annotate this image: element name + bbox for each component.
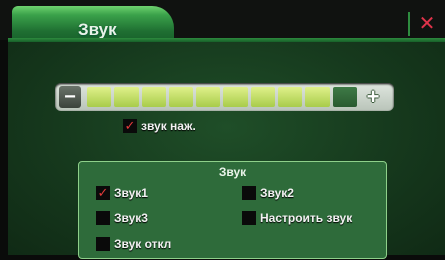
volume-segment[interactable] xyxy=(305,87,330,107)
volume-segment[interactable] xyxy=(141,87,166,107)
key-sound-checkbox[interactable]: ✓ xyxy=(123,119,137,133)
volume-slider[interactable]: − + xyxy=(55,83,394,111)
close-icon: ✕ xyxy=(418,12,436,35)
volume-track[interactable] xyxy=(87,87,357,107)
sound-group-title: Звук xyxy=(218,165,247,179)
custom-sound-label: Настроить звук xyxy=(260,211,353,225)
volume-segment[interactable] xyxy=(332,87,357,107)
volume-segment[interactable] xyxy=(87,87,112,107)
sound1-label: Звук1 xyxy=(114,186,148,200)
tab-sound[interactable]: Звук xyxy=(12,6,174,42)
sound-off-label: Звук откл xyxy=(114,237,172,251)
plus-icon: + xyxy=(366,84,380,109)
key-sound-label: звук наж. xyxy=(141,119,196,133)
checkmark-icon: ✓ xyxy=(97,185,109,200)
option-sound-off[interactable]: Звук откл xyxy=(96,237,171,251)
option-sound2[interactable]: Звук2 xyxy=(242,186,294,200)
screen: Звук ✕ − + ✓ звук наж. Звук ✓ Звук1 Звук… xyxy=(0,0,445,260)
volume-segment[interactable] xyxy=(250,87,276,107)
sound3-checkbox[interactable] xyxy=(96,211,110,225)
sound3-label: Звук3 xyxy=(114,211,148,225)
tab-title: Звук xyxy=(78,20,117,39)
close-button[interactable]: ✕ xyxy=(412,8,442,38)
volume-segment[interactable] xyxy=(196,87,221,107)
option-custom-sound[interactable]: Настроить звук xyxy=(242,211,352,225)
option-sound1[interactable]: ✓ Звук1 xyxy=(96,186,148,200)
option-sound3[interactable]: Звук3 xyxy=(96,211,148,225)
custom-sound-checkbox[interactable] xyxy=(242,211,256,225)
sound1-checkbox[interactable]: ✓ xyxy=(96,186,110,200)
vertical-divider xyxy=(408,12,410,36)
volume-segment[interactable] xyxy=(114,87,139,107)
volume-segment[interactable] xyxy=(168,87,194,107)
sound-off-checkbox[interactable] xyxy=(96,237,110,251)
volume-decrease-button[interactable]: − xyxy=(59,86,81,108)
key-sound-checkbox-row[interactable]: ✓ звук наж. xyxy=(123,119,196,133)
minus-icon: − xyxy=(64,86,76,108)
volume-increase-button[interactable]: + xyxy=(361,84,385,110)
volume-segment[interactable] xyxy=(278,87,303,107)
sound2-label: Звук2 xyxy=(260,186,294,200)
checkmark-icon: ✓ xyxy=(124,118,136,133)
volume-segment[interactable] xyxy=(223,87,248,107)
sound2-checkbox[interactable] xyxy=(242,186,256,200)
